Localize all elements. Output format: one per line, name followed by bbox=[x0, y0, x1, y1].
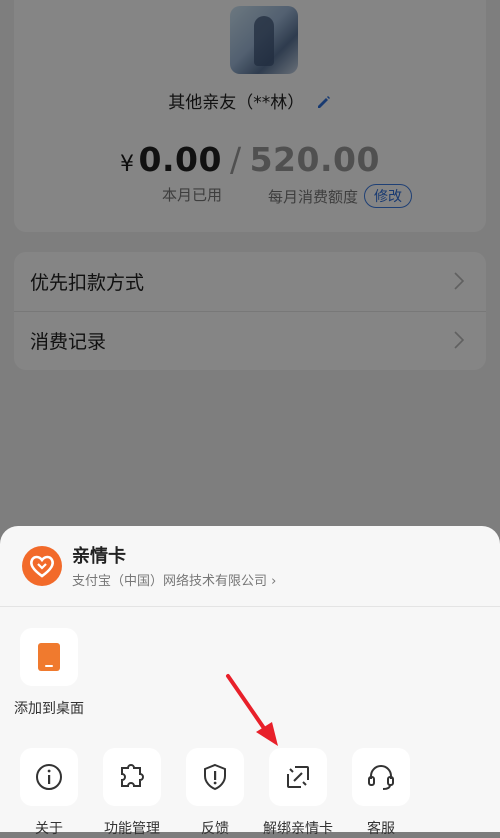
puzzle-icon bbox=[121, 764, 144, 787]
provider-link[interactable]: 支付宝（中国）网络技术有限公司 › bbox=[72, 570, 276, 589]
feature-management-label: 功能管理 bbox=[104, 821, 160, 837]
feedback-button[interactable] bbox=[186, 748, 244, 806]
provider-name: 支付宝（中国）网络技术有限公司 bbox=[72, 574, 268, 589]
shield-alert-icon bbox=[204, 763, 226, 791]
about-label: 关于 bbox=[35, 821, 63, 837]
customer-service-label: 客服 bbox=[367, 821, 395, 837]
feedback-label: 反馈 bbox=[201, 821, 229, 837]
feature-management-button[interactable] bbox=[103, 748, 161, 806]
headset-icon bbox=[368, 765, 394, 790]
unbind-family-card-label: 解绑亲情卡 bbox=[263, 821, 333, 837]
customer-service-button[interactable] bbox=[352, 748, 410, 806]
divider bbox=[0, 606, 500, 607]
phone-icon bbox=[38, 643, 60, 671]
add-to-desktop-button[interactable] bbox=[20, 628, 78, 686]
mini-app-name: 亲情卡 bbox=[72, 546, 126, 567]
about-button[interactable] bbox=[20, 748, 78, 806]
unbind-family-card-button[interactable] bbox=[269, 748, 327, 806]
chevron-right-icon: › bbox=[271, 574, 277, 589]
add-to-desktop-label: 添加到桌面 bbox=[14, 701, 84, 717]
family-card-logo-icon bbox=[22, 546, 62, 586]
info-icon bbox=[36, 764, 62, 790]
bottom-sheet: 亲情卡 支付宝（中国）网络技术有限公司 › 添加到桌面 关于 功能管理 反馈 解… bbox=[0, 526, 500, 837]
unlink-icon bbox=[287, 766, 309, 788]
